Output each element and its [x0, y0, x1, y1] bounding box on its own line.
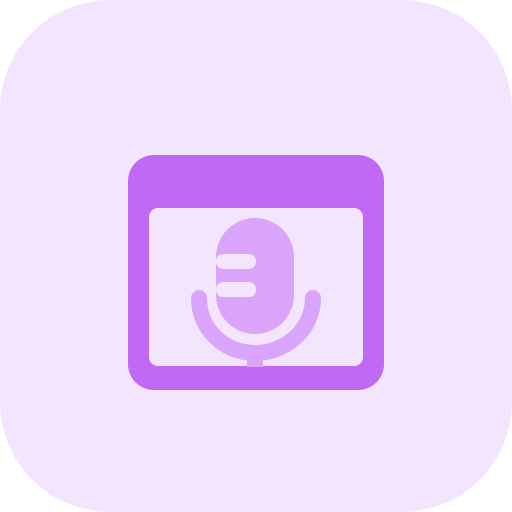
microphone-cut-lower	[216, 282, 256, 297]
browser-microphone-icon	[0, 0, 512, 512]
microphone-capsule	[216, 218, 294, 334]
app-icon-tile	[0, 0, 512, 512]
microphone-stem	[247, 350, 263, 367]
microphone-cut-upper	[216, 254, 256, 269]
